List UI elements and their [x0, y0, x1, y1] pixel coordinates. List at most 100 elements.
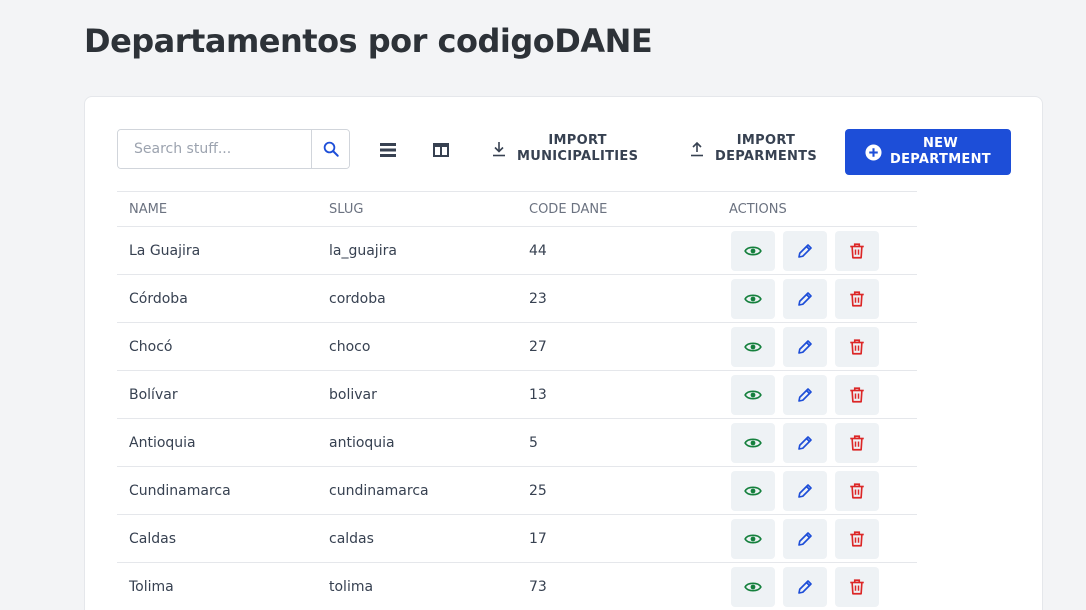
edit-button[interactable]	[783, 278, 827, 319]
pencil-icon	[798, 387, 812, 402]
columns-view-icon	[433, 143, 449, 157]
search-button[interactable]	[311, 130, 349, 168]
pencil-icon	[798, 243, 812, 258]
delete-button[interactable]	[835, 230, 879, 271]
table-row: Bolívar bolivar 13	[117, 371, 917, 419]
view-button[interactable]	[731, 518, 775, 559]
plus-circle-icon	[865, 143, 882, 161]
trash-icon	[850, 434, 864, 451]
view-button[interactable]	[731, 230, 775, 271]
cell-name: Tolima	[129, 578, 174, 595]
trash-icon	[850, 386, 864, 403]
edit-button[interactable]	[783, 230, 827, 271]
search-box	[117, 129, 350, 169]
cell-code-dane: 73	[529, 578, 547, 595]
pencil-icon	[798, 579, 812, 594]
cell-name: Antioquia	[129, 434, 196, 451]
list-view-button[interactable]	[377, 139, 399, 161]
edit-button[interactable]	[783, 422, 827, 463]
cell-slug: tolima	[329, 578, 374, 595]
header-name: NAME	[129, 201, 168, 217]
cell-name: Córdoba	[129, 290, 188, 307]
view-button[interactable]	[731, 422, 775, 463]
table-row: Caldas caldas 17	[117, 515, 917, 563]
cell-actions	[717, 470, 917, 511]
view-button[interactable]	[731, 470, 775, 511]
eye-icon	[744, 246, 762, 255]
trash-icon	[850, 530, 864, 547]
toolbar: IMPORT MUNICIPALITIES IMPORT DEPARMENTS	[117, 129, 1012, 175]
cell-name: Chocó	[129, 338, 173, 355]
cell-name: La Guajira	[129, 242, 201, 259]
import-municipalities-button[interactable]: IMPORT MUNICIPALITIES	[491, 129, 638, 169]
header-actions: ACTIONS	[729, 201, 787, 217]
table-body: La Guajira la_guajira 44 Córdoba cordoba…	[117, 227, 917, 610]
view-button[interactable]	[731, 374, 775, 415]
table-header: NAME SLUG CODE DANE ACTIONS	[117, 191, 917, 227]
cell-name: Bolívar	[129, 386, 178, 403]
cell-actions	[717, 278, 917, 319]
view-button[interactable]	[731, 278, 775, 319]
pencil-icon	[798, 483, 812, 498]
delete-button[interactable]	[835, 278, 879, 319]
cell-code-dane: 23	[529, 290, 547, 307]
pencil-icon	[798, 291, 812, 306]
pencil-icon	[798, 531, 812, 546]
cell-slug: choco	[329, 338, 371, 355]
new-department-button[interactable]: NEW DEPARTMENT	[845, 129, 1011, 175]
import-municipalities-label: IMPORT MUNICIPALITIES	[517, 133, 639, 164]
edit-button[interactable]	[783, 326, 827, 367]
cell-slug: bolivar	[329, 386, 377, 403]
table-row: Cundinamarca cundinamarca 25	[117, 467, 917, 515]
edit-button[interactable]	[783, 566, 827, 607]
cell-code-dane: 17	[529, 530, 547, 547]
delete-button[interactable]	[835, 518, 879, 559]
table-row: Chocó choco 27	[117, 323, 917, 371]
eye-icon	[744, 438, 762, 447]
table-row: Córdoba cordoba 23	[117, 275, 917, 323]
cell-code-dane: 44	[529, 242, 547, 259]
eye-icon	[744, 342, 762, 351]
cell-code-dane: 5	[529, 434, 538, 451]
page-title: Departamentos por codigoDANE	[84, 22, 653, 60]
delete-button[interactable]	[835, 374, 879, 415]
list-view-icon	[380, 143, 396, 157]
trash-icon	[850, 242, 864, 259]
cell-actions	[717, 518, 917, 559]
cell-slug: la_guajira	[329, 242, 397, 259]
edit-button[interactable]	[783, 374, 827, 415]
eye-icon	[744, 582, 762, 591]
edit-button[interactable]	[783, 518, 827, 559]
view-button[interactable]	[731, 326, 775, 367]
cell-actions	[717, 326, 917, 367]
eye-icon	[744, 534, 762, 543]
cell-code-dane: 27	[529, 338, 547, 355]
cell-actions	[717, 374, 917, 415]
download-icon	[493, 142, 505, 157]
header-code-dane: CODE DANE	[529, 201, 608, 217]
delete-button[interactable]	[835, 326, 879, 367]
eye-icon	[744, 486, 762, 495]
cell-actions	[717, 566, 917, 607]
delete-button[interactable]	[835, 422, 879, 463]
cell-slug: antioquia	[329, 434, 395, 451]
delete-button[interactable]	[835, 470, 879, 511]
cell-name: Cundinamarca	[129, 482, 231, 499]
view-button[interactable]	[731, 566, 775, 607]
departments-card: IMPORT MUNICIPALITIES IMPORT DEPARMENTS	[84, 96, 1043, 610]
cell-name: Caldas	[129, 530, 177, 547]
new-department-label: NEW DEPARTMENT	[890, 136, 991, 167]
cell-slug: cundinamarca	[329, 482, 429, 499]
trash-icon	[850, 290, 864, 307]
pencil-icon	[798, 435, 812, 450]
table-row: Antioquia antioquia 5	[117, 419, 917, 467]
cell-slug: cordoba	[329, 290, 386, 307]
columns-view-button[interactable]	[430, 139, 452, 161]
delete-button[interactable]	[835, 566, 879, 607]
search-icon	[323, 141, 339, 157]
trash-icon	[850, 578, 864, 595]
import-departments-label: IMPORT DEPARMENTS	[715, 133, 818, 164]
edit-button[interactable]	[783, 470, 827, 511]
search-input[interactable]	[118, 130, 311, 168]
import-departments-button[interactable]: IMPORT DEPARMENTS	[689, 129, 817, 169]
